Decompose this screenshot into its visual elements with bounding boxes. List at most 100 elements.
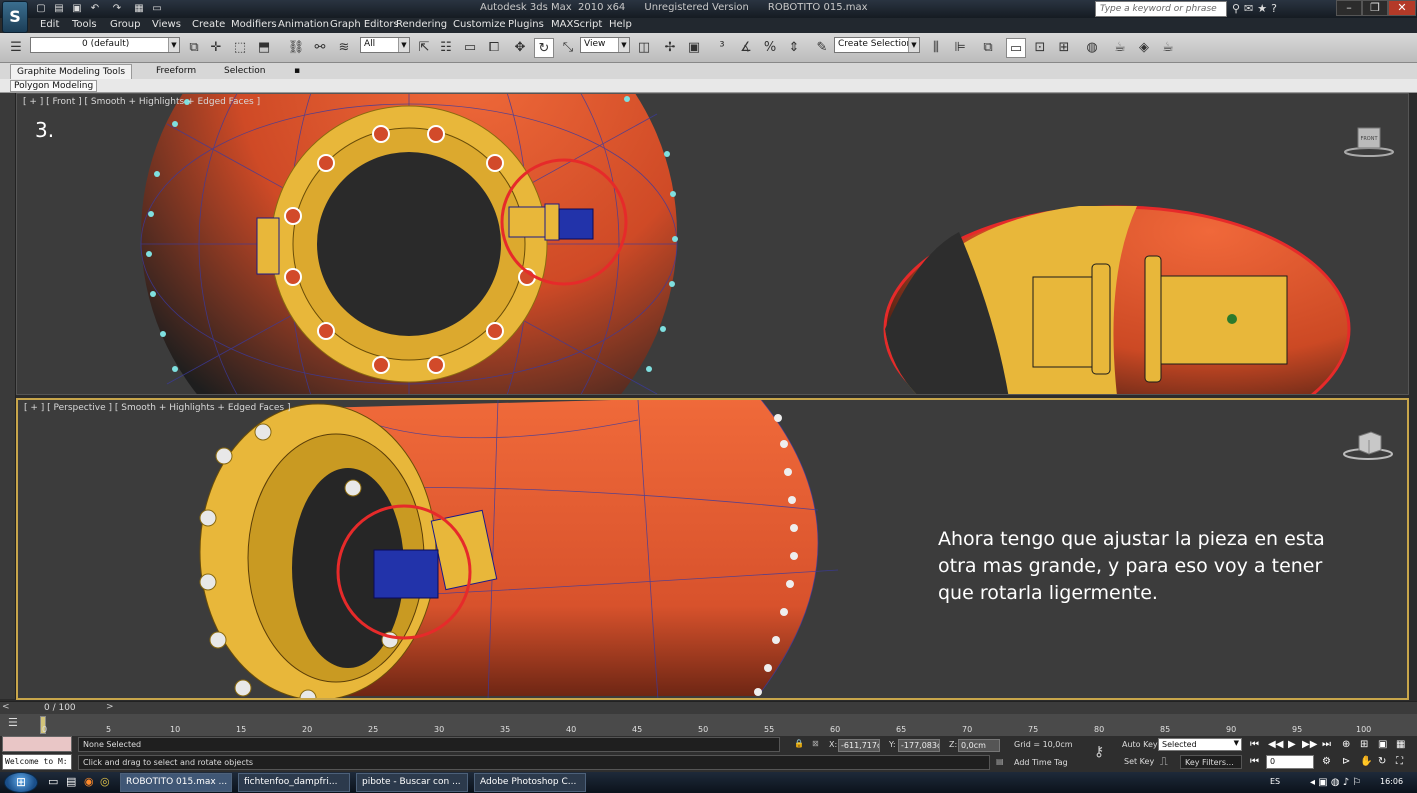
viewport-front-label[interactable]: [ + ] [ Front ] [ Smooth + Highlights + …: [23, 97, 260, 107]
rectangular-selection-icon[interactable]: ▭: [460, 38, 480, 58]
select-by-name-icon[interactable]: ☷: [436, 38, 456, 58]
task-pibote[interactable]: pibote - Buscar con ...: [356, 773, 468, 792]
auto-key-button[interactable]: Auto Key: [1122, 740, 1158, 749]
app-menu-button[interactable]: S: [2, 1, 28, 33]
mirror-icon[interactable]: ⫼: [926, 38, 946, 58]
key-mode-dropdown[interactable]: Selected ▼: [1158, 738, 1242, 751]
key-mode-toggle-icon[interactable]: ⏮: [1250, 756, 1259, 767]
select-object-icon[interactable]: ⇱: [414, 38, 434, 58]
viewport-front[interactable]: [ + ] [ Front ] [ Smooth + Highlights + …: [16, 93, 1409, 395]
next-frame-icon[interactable]: >: [106, 702, 114, 712]
select-and-link-icon[interactable]: ⛓: [286, 38, 306, 58]
select-and-move-icon[interactable]: ✥: [510, 38, 530, 58]
x-coord-input[interactable]: -611,717c: [838, 739, 880, 752]
viewport-perspective[interactable]: [ + ] [ Perspective ] [ Smooth + Highlig…: [16, 398, 1409, 700]
close-button[interactable]: ✕: [1388, 0, 1416, 16]
reference-coordinate-dropdown[interactable]: View ▼: [580, 37, 630, 53]
lock-selection-icon[interactable]: 🔒: [794, 739, 804, 748]
maxscript-mini-listener[interactable]: Welcome to M:: [2, 754, 72, 770]
create-layer-icon[interactable]: ⧉: [184, 38, 204, 58]
viewcube-front-icon[interactable]: FRONT: [1342, 122, 1396, 162]
edit-named-selection-icon[interactable]: ✎: [812, 38, 832, 58]
explorer-icon[interactable]: ▤: [66, 775, 76, 788]
orbit-icon[interactable]: ↻: [1378, 756, 1386, 767]
tray-icons[interactable]: ◂ ▣ ◍ ♪ ⚐: [1310, 777, 1361, 788]
task-robotito[interactable]: ROBOTITO 015.max ...: [120, 773, 232, 792]
rendered-frame-icon[interactable]: ◈: [1134, 38, 1154, 58]
z-coord-input[interactable]: 0,0cm: [958, 739, 1000, 752]
maxscript-listener[interactable]: [2, 736, 72, 752]
open-file-icon[interactable]: ▤: [52, 2, 66, 15]
layer-dropdown[interactable]: 0 (default) ▼: [30, 37, 180, 53]
menu-edit[interactable]: Edit: [40, 19, 59, 30]
task-fichtenfoo[interactable]: fichtenfoo_dampfri...: [238, 773, 350, 792]
tab-graphite-modeling-tools[interactable]: Graphite Modeling Tools: [10, 64, 133, 79]
language-indicator[interactable]: ES: [1270, 777, 1280, 786]
prev-frame-icon[interactable]: <: [2, 702, 10, 712]
new-file-icon[interactable]: ▢: [34, 2, 48, 15]
schematic-view-icon[interactable]: ⊞: [1054, 38, 1074, 58]
curve-editor-icon[interactable]: ⊡: [1030, 38, 1050, 58]
maximize-button[interactable]: ❐: [1362, 0, 1388, 16]
start-button[interactable]: ⊞: [4, 772, 38, 793]
time-config-icon[interactable]: ⚙: [1322, 756, 1331, 767]
render-production-icon[interactable]: ☕: [1158, 38, 1178, 58]
menu-group[interactable]: Group: [110, 19, 140, 30]
menu-customize[interactable]: Customize: [453, 19, 506, 30]
menu-modifiers[interactable]: Modifiers: [231, 19, 277, 30]
select-and-scale-icon[interactable]: ⤡: [558, 38, 578, 58]
field-of-view-icon[interactable]: ⊳: [1342, 756, 1350, 767]
add-time-tag[interactable]: Add Time Tag: [1014, 758, 1068, 767]
maximize-viewport-icon[interactable]: ⛶: [1396, 756, 1403, 767]
align-icon[interactable]: ⊫: [950, 38, 970, 58]
save-file-icon[interactable]: ▣: [70, 2, 84, 15]
menu-animation[interactable]: Animation: [278, 19, 329, 30]
pan-view-icon[interactable]: ✋: [1360, 756, 1372, 767]
key-icon[interactable]: ⚷: [1094, 744, 1104, 760]
previous-frame-icon[interactable]: ◀◀: [1268, 739, 1283, 750]
window-crossing-icon[interactable]: ⧠: [484, 38, 504, 58]
set-key-button[interactable]: Set Key: [1124, 757, 1154, 766]
minimize-button[interactable]: –: [1336, 0, 1362, 16]
named-selection-dropdown[interactable]: Create Selection Se ▼: [834, 37, 920, 53]
track-bar[interactable]: ☰ 0 5 10 15 20 25 30 35 40 45 50 55 60 6…: [0, 714, 1417, 736]
zoom-icon[interactable]: ⊕: [1342, 739, 1350, 750]
clock[interactable]: 16:06: [1380, 777, 1403, 786]
next-frame-icon[interactable]: ▶▶: [1302, 739, 1317, 750]
undo-icon[interactable]: ↶: [88, 2, 102, 15]
search-input[interactable]: Type a keyword or phrase: [1095, 1, 1227, 17]
go-to-end-icon[interactable]: ⏭: [1322, 739, 1331, 750]
y-coord-input[interactable]: -177,083c: [898, 739, 940, 752]
menu-graph-editors[interactable]: Graph Editors: [330, 19, 399, 30]
absolute-mode-icon[interactable]: ⊠: [812, 739, 819, 748]
mini-curve-editor-icon[interactable]: ☰: [8, 716, 18, 729]
show-desktop-icon[interactable]: ▭: [48, 775, 58, 788]
select-in-layer-icon[interactable]: ⬚: [230, 38, 250, 58]
time-tag-icon[interactable]: ▤: [996, 757, 1004, 766]
percent-snap-icon[interactable]: %: [760, 38, 780, 58]
keyboard-shortcut-icon[interactable]: ▣: [684, 38, 704, 58]
unlink-icon[interactable]: ⚯: [310, 38, 330, 58]
key-filters-button[interactable]: Key Filters...: [1180, 755, 1242, 769]
select-and-rotate-icon[interactable]: ↻: [534, 38, 554, 58]
chrome-icon[interactable]: ◎: [100, 775, 110, 788]
angle-snap-icon[interactable]: ∡: [736, 38, 756, 58]
spinner-snap-icon[interactable]: ⇕: [784, 38, 804, 58]
hold-icon[interactable]: ▦: [132, 2, 146, 15]
play-icon[interactable]: ▶: [1288, 739, 1296, 750]
bind-space-warp-icon[interactable]: ≋: [334, 38, 354, 58]
menu-tools[interactable]: Tools: [72, 19, 97, 30]
tab-selection[interactable]: Selection: [218, 64, 271, 79]
render-setup-icon[interactable]: ☕: [1110, 38, 1130, 58]
graphite-toggle-icon[interactable]: ▭: [1006, 38, 1026, 58]
project-folder-icon[interactable]: ▭: [150, 2, 164, 15]
select-and-manipulate-icon[interactable]: ✢: [660, 38, 680, 58]
infocenter-icons[interactable]: ⚲✉★?: [1232, 2, 1281, 15]
snaps-toggle-icon[interactable]: ³: [712, 38, 732, 58]
ribbon-panel-polygon-modeling[interactable]: Polygon Modeling: [10, 80, 98, 92]
firefox-icon[interactable]: ◉: [84, 775, 94, 788]
zoom-extents-all-icon[interactable]: ▦: [1396, 739, 1405, 750]
menu-views[interactable]: Views: [152, 19, 181, 30]
set-keys-icon[interactable]: ⎍: [1160, 755, 1168, 769]
tab-freeform[interactable]: Freeform: [150, 64, 202, 79]
